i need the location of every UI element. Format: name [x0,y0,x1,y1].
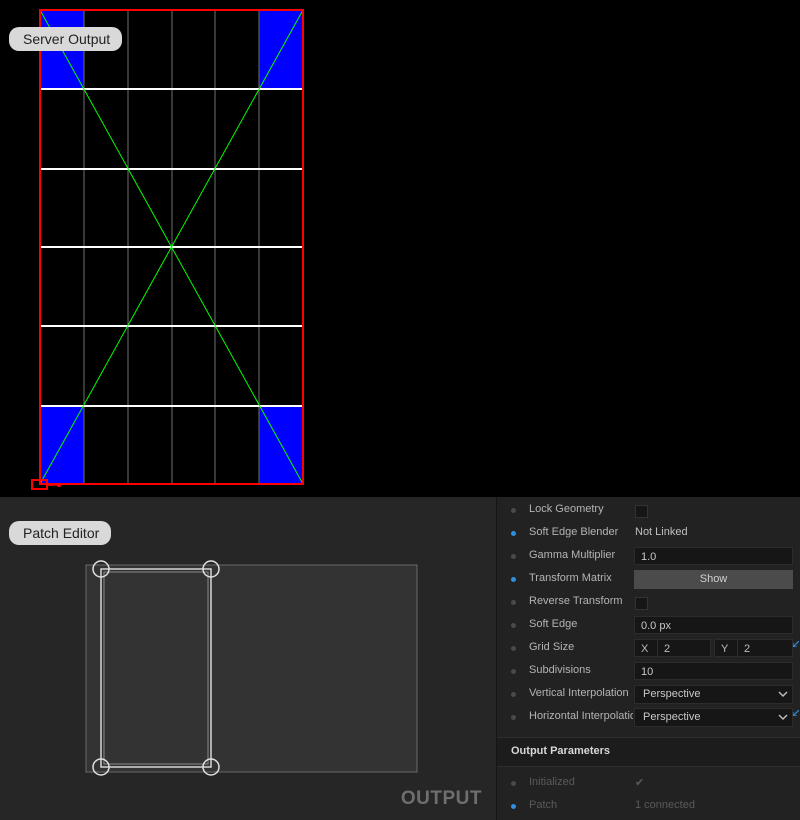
patch-editor-label: Patch Editor [9,521,112,545]
y-label: Y [721,643,729,655]
property-row-vertical-interpolation: Vertical Interpolation Perspective [497,683,800,706]
property-row-soft-edge: Soft Edge 0.0 px [497,614,800,637]
property-label: Initialized [529,776,575,788]
patch-editor-canvas [85,560,418,776]
y-value: 2 [737,640,750,658]
property-label: Lock Geometry [529,503,604,515]
link-indicator-icon[interactable] [511,600,516,605]
soft-edge-field[interactable]: 0.0 px [634,616,793,634]
property-label: Horizontal Interpolation [529,710,633,722]
patch-editor-viewport[interactable]: Patch Editor OUTPUT [0,497,496,820]
property-row-horizontal-interpolation: Horizontal Interpolation Perspective [497,706,800,729]
output-area-rect [85,564,418,773]
link-indicator-icon[interactable] [511,623,516,628]
server-output-label: Server Output [9,27,123,51]
chevron-down-icon [778,709,788,732]
property-row-grid-size: Grid Size X 2 Y 2 [497,637,800,660]
property-row-soft-edge-blender: Soft Edge Blender Not Linked [497,522,800,545]
server-output-canvas [31,9,304,490]
output-label: OUTPUT [400,788,482,809]
output-parameters-header[interactable]: Output Parameters [497,737,800,767]
output-row-patch: Patch 1 connected [497,795,800,818]
property-label: Patch [529,799,558,811]
property-label: Reverse Transform [529,595,623,607]
property-label: Grid Size [529,641,575,653]
property-label: Soft Edge [529,618,578,630]
reverse-transform-checkbox[interactable] [635,597,648,610]
link-indicator-icon[interactable] [511,577,516,582]
origin-handle-tip [57,483,61,487]
lock-geometry-checkbox[interactable] [635,505,648,518]
output-row-initialized: Initialized ✔ [497,772,800,795]
x-value: 2 [657,640,670,658]
link-indicator-icon[interactable] [511,692,516,697]
link-indicator-icon[interactable] [511,554,516,559]
property-row-subdivisions: Subdivisions 10 [497,660,800,683]
property-row-transform-matrix: Transform Matrix Show [497,568,800,591]
link-indicator-icon [511,804,516,809]
property-label: Subdivisions [529,664,591,676]
property-label: Soft Edge Blender [529,526,619,538]
soft-edge-blender-value: Not Linked [635,526,688,538]
property-row-reverse-transform: Reverse Transform [497,591,800,614]
section-title: Output Parameters [511,745,611,757]
patch-value: 1 connected [635,799,695,811]
property-row-gamma-multiplier: Gamma Multiplier 1.0 [497,545,800,568]
initialized-value: ✔ [635,777,645,789]
property-row-lock-geometry: Lock Geometry [497,499,800,522]
selected-value: Perspective [643,711,701,723]
property-label: Vertical Interpolation [529,687,629,699]
vertical-interpolation-select[interactable]: Perspective [634,685,793,704]
horizontal-interpolation-select[interactable]: Perspective [634,708,793,727]
subdivisions-field[interactable]: 10 [634,662,793,680]
link-arrow-icon[interactable] [793,710,799,716]
transform-matrix-button[interactable]: Show [634,570,793,589]
property-label: Gamma Multiplier [529,549,616,561]
gamma-multiplier-field[interactable]: 1.0 [634,547,793,565]
grid-size-y-field[interactable]: Y2 [714,639,793,658]
server-output-viewport[interactable]: Server Output [0,0,800,497]
link-indicator-icon[interactable] [511,646,516,651]
link-indicator-icon[interactable] [511,531,516,536]
link-arrow-icon[interactable] [793,641,799,647]
properties-panel: Lock Geometry Soft Edge Blender Not Linked… [496,497,800,820]
property-label: Transform Matrix [529,572,612,584]
link-indicator-icon [511,781,516,786]
link-indicator-icon[interactable] [511,715,516,720]
x-label: X [641,643,649,655]
selected-value: Perspective [643,688,701,700]
link-indicator-icon[interactable] [511,508,516,513]
link-indicator-icon[interactable] [511,669,516,674]
grid-size-x-field[interactable]: X2 [634,639,711,658]
